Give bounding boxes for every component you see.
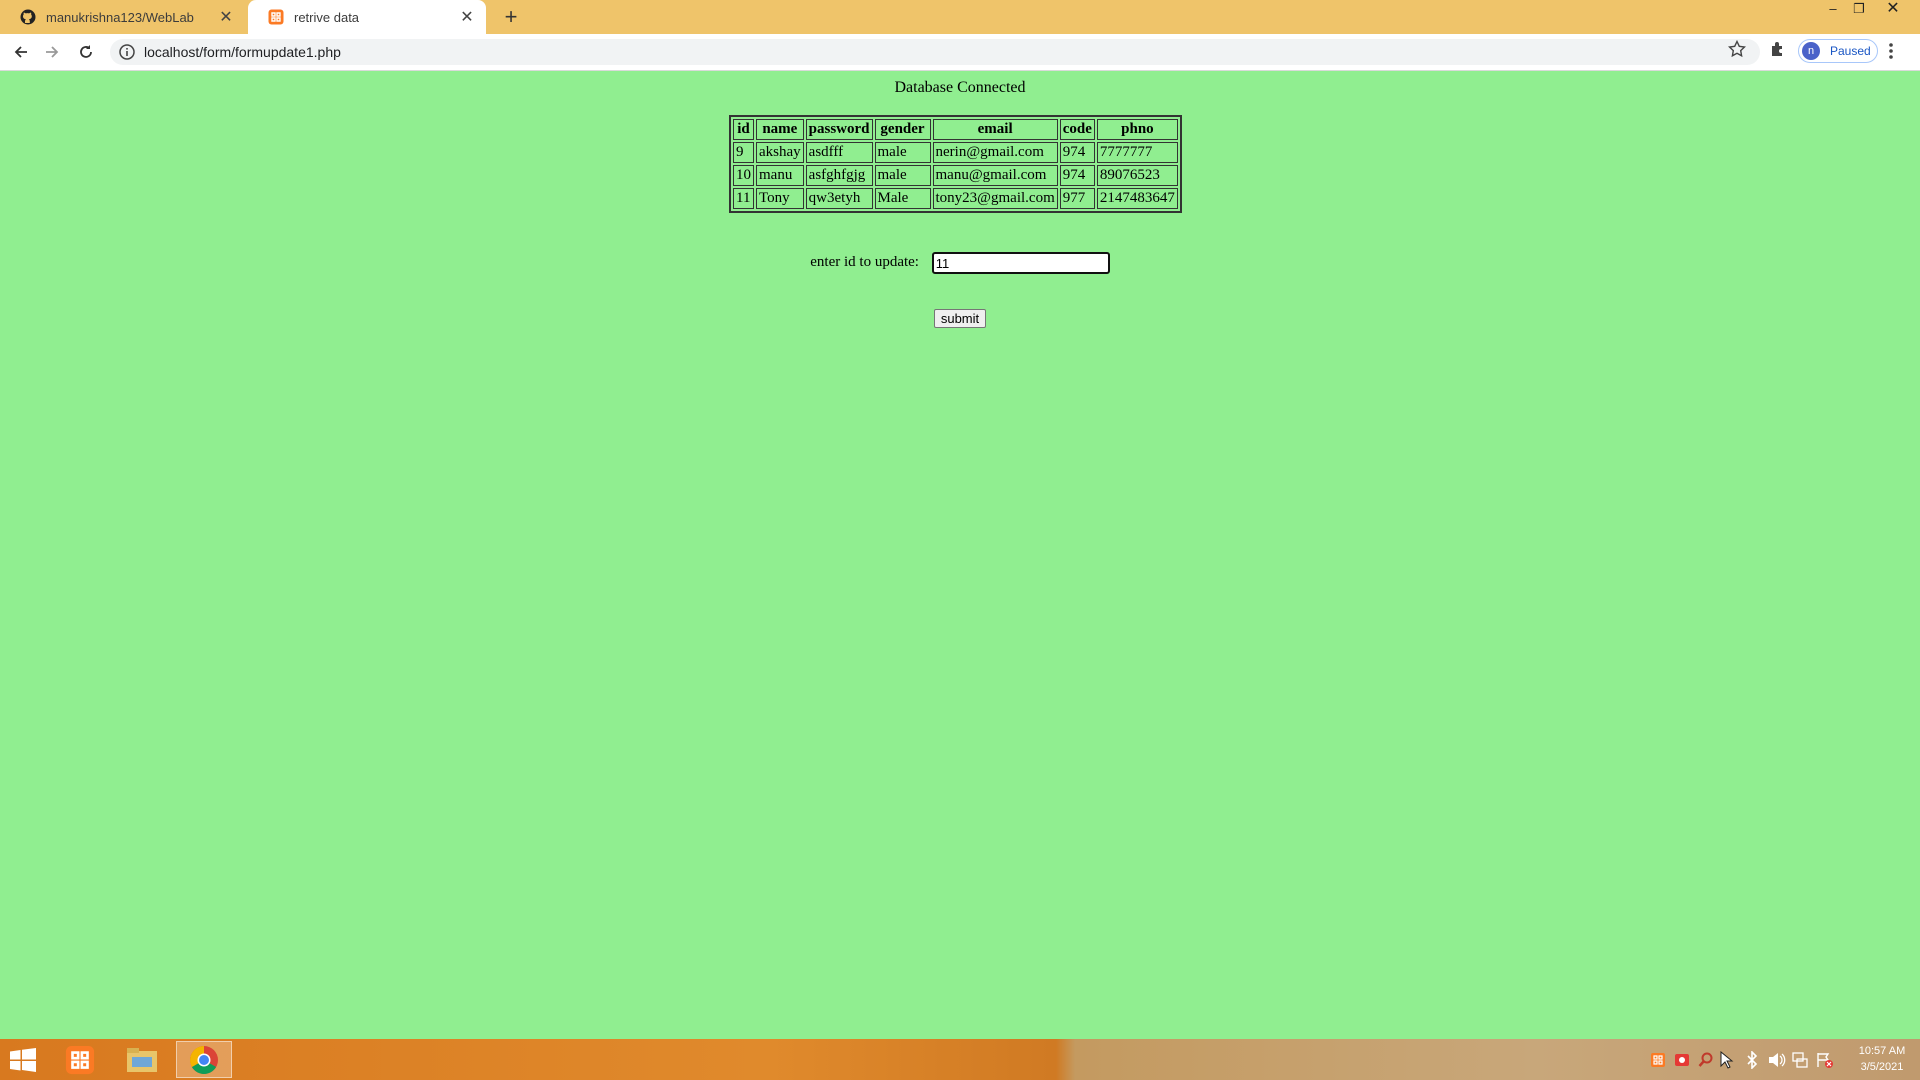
recorder-tray-icon[interactable] — [1674, 1051, 1690, 1069]
status-message: Database Connected — [894, 79, 1026, 96]
submit-button[interactable]: submit — [933, 309, 987, 328]
extensions-puzzle-icon[interactable] — [1770, 41, 1786, 57]
close-window-button[interactable]: ✕ — [1880, 0, 1906, 20]
table-cell: manu — [756, 165, 804, 186]
id-field-label: enter id to update: — [810, 254, 919, 271]
column-header: name — [756, 119, 804, 140]
avatar: n — [1802, 42, 1820, 60]
browser-toolbar: localhost/form/formupdate1.php n Paused — [0, 34, 1920, 71]
table-cell: 974 — [1059, 142, 1095, 163]
table-cell: 10 — [733, 165, 754, 186]
url-text: localhost/form/formupdate1.php — [144, 44, 341, 60]
table-cell: tony23@gmail.com — [932, 188, 1058, 209]
search-tray-icon[interactable] — [1698, 1051, 1714, 1069]
clock-time: 10:57 AM — [1858, 1045, 1906, 1057]
close-tab-icon[interactable]: ✕ — [456, 7, 478, 27]
restore-button[interactable]: ❐ — [1846, 0, 1872, 20]
data-table: id name password gender email code phno … — [729, 115, 1182, 213]
submit-row: submit — [0, 309, 1920, 328]
id-input[interactable] — [931, 252, 1110, 274]
reload-icon — [80, 45, 92, 58]
taskbar-file-explorer[interactable] — [114, 1041, 170, 1078]
table-cell: 977 — [1059, 188, 1095, 209]
table-cell: 2147483647 — [1096, 188, 1178, 209]
tab-label: retrive data — [294, 9, 360, 25]
windows-start-icon[interactable] — [10, 1048, 36, 1072]
github-icon — [20, 9, 36, 25]
address-bar[interactable]: localhost/form/formupdate1.php — [110, 39, 1760, 65]
column-header: email — [932, 119, 1058, 140]
xampp-tray-icon[interactable] — [1650, 1051, 1666, 1069]
column-header: id — [733, 119, 754, 140]
folder-icon — [127, 1047, 157, 1072]
table-cell: 89076523 — [1096, 165, 1178, 186]
forward-arrow-icon — [46, 46, 59, 58]
column-header: code — [1059, 119, 1095, 140]
taskbar-xampp[interactable] — [52, 1041, 108, 1078]
table-cell: nerin@gmail.com — [932, 142, 1058, 163]
table-cell: asdfff — [805, 142, 873, 163]
table-cell: Tony — [756, 188, 804, 209]
taskbar-clock[interactable]: 10:57 AM 3/5/2021 — [1848, 1043, 1916, 1075]
tab-label: manukrishna123/WebLab — [46, 9, 194, 25]
bookmark-star-icon[interactable] — [1728, 40, 1746, 58]
page-content: Database Connected id name password gend… — [0, 71, 1920, 1039]
action-center-flag-icon[interactable] — [1816, 1051, 1834, 1069]
table-cell: male — [874, 142, 931, 163]
close-tab-icon[interactable]: ✕ — [215, 7, 237, 27]
column-header: password — [805, 119, 873, 140]
tab-retrive-data[interactable]: retrive data ✕ — [248, 0, 486, 34]
column-header: gender — [874, 119, 931, 140]
back-button[interactable] — [9, 40, 33, 64]
browser-titlebar: manukrishna123/WebLab ✕ retrive data ✕ +… — [0, 0, 1920, 34]
table-row: 10 manu asfghfgjg male manu@gmail.com 97… — [733, 165, 1178, 186]
table-cell: qw3etyh — [805, 188, 873, 209]
table-cell: 7777777 — [1096, 142, 1178, 163]
info-icon[interactable] — [118, 43, 136, 61]
table-cell: 974 — [1059, 165, 1095, 186]
new-tab-button[interactable]: + — [498, 4, 524, 30]
bluetooth-icon[interactable] — [1746, 1051, 1758, 1069]
forward-button[interactable] — [40, 40, 64, 64]
cursor-icon — [1720, 1051, 1734, 1069]
table-cell: male — [874, 165, 931, 186]
network-icon[interactable] — [1792, 1051, 1810, 1069]
table-cell: Male — [874, 188, 931, 209]
table-cell: asfghfgjg — [805, 165, 873, 186]
kebab-menu-icon[interactable] — [1888, 42, 1894, 60]
volume-icon[interactable] — [1768, 1051, 1786, 1069]
tab-github[interactable]: manukrishna123/WebLab ✕ — [0, 0, 245, 34]
table-cell: 9 — [733, 142, 754, 163]
table-row: 11 Tony qw3etyh Male tony23@gmail.com 97… — [733, 188, 1178, 209]
table-cell: akshay — [756, 142, 804, 163]
table-header-row: id name password gender email code phno — [733, 119, 1178, 140]
update-form-row: enter id to update: — [0, 252, 1920, 274]
back-arrow-icon — [14, 46, 27, 58]
clock-date: 3/5/2021 — [1860, 1061, 1904, 1073]
xampp-icon — [65, 1045, 95, 1074]
chrome-icon — [190, 1045, 218, 1074]
table-cell: manu@gmail.com — [932, 165, 1058, 186]
taskbar: 10:57 AM 3/5/2021 — [0, 1039, 1920, 1080]
taskbar-chrome[interactable] — [176, 1041, 232, 1078]
table-row: 9 akshay asdfff male nerin@gmail.com 974… — [733, 142, 1178, 163]
xampp-icon — [268, 9, 284, 25]
minimize-button[interactable]: – — [1820, 0, 1846, 20]
table-cell: 11 — [733, 188, 754, 209]
profile-status: Paused — [1830, 44, 1871, 58]
profile-button[interactable]: n Paused — [1798, 39, 1878, 63]
reload-button[interactable] — [74, 40, 98, 64]
column-header: phno — [1096, 119, 1178, 140]
